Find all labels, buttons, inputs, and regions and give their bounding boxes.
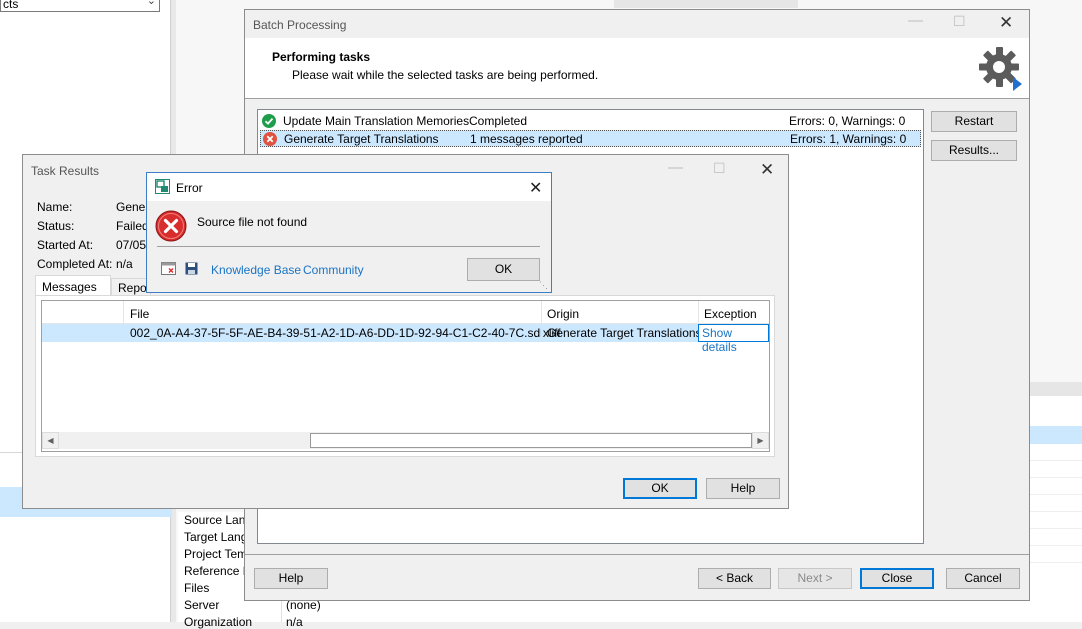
property-label: Server (184, 598, 220, 612)
background-table (1030, 382, 1082, 622)
task-name: Update Main Translation Memories (283, 114, 470, 128)
error-ok-button[interactable]: OK (467, 258, 540, 281)
scroll-thumb[interactable] (310, 433, 752, 448)
messages-grid[interactable]: File Origin Exception 002_0A-A4-37-5F-5F… (41, 300, 770, 452)
field-value: n/a (116, 257, 133, 271)
column-divider (541, 324, 542, 342)
horizontal-scrollbar[interactable]: ◀ ▶ (42, 432, 769, 449)
resize-grip-icon[interactable]: ⋱ (539, 280, 548, 291)
row-header-divider (123, 301, 124, 323)
cell-file: 002_0A-A4-37-5F-5F-AE-B4-39-51-A2-1D-A6-… (130, 326, 561, 340)
column-header-exception[interactable]: Exception (704, 307, 757, 321)
column-divider (698, 301, 699, 323)
close-icon[interactable]: ✕ (529, 178, 542, 198)
task-status: Completed (469, 114, 528, 128)
close-icon[interactable]: ✕ (760, 160, 774, 180)
success-check-icon (262, 114, 276, 128)
error-dialog-body: Source file not found Knowledge Base Com… (147, 201, 551, 292)
error-dialog: Error ✕ Source file not found Knowledge … (146, 172, 552, 293)
organization-value: n/a (286, 615, 303, 629)
field-label: Name: (37, 200, 73, 214)
scroll-right-arrow[interactable]: ▶ (752, 432, 769, 449)
field-value: 07/05 (116, 238, 147, 252)
error-x-icon (263, 132, 277, 146)
show-details-text: Show details (702, 326, 737, 354)
save-icon[interactable] (185, 262, 198, 275)
task-row-selected[interactable]: Generate Target Translations 1 messages … (260, 130, 921, 147)
header-title: Performing tasks (272, 50, 371, 64)
property-label: Reference P (184, 564, 251, 578)
cancel-button[interactable]: Cancel (946, 568, 1020, 589)
app-icon (155, 179, 170, 194)
property-label: Project Tem (184, 547, 248, 561)
field-value: Failed (116, 219, 149, 233)
message-row[interactable]: 002_0A-A4-37-5F-5F-AE-B4-39-51-A2-1D-A6-… (42, 324, 769, 354)
property-label: Files (184, 581, 210, 595)
tab-messages[interactable]: Messages (1) (35, 275, 111, 308)
window-title: Batch Processing (253, 18, 347, 32)
community-link[interactable]: Community (303, 263, 364, 277)
help-button[interactable]: Help (706, 478, 780, 499)
error-dialog-titlebar: Error ✕ (147, 173, 551, 201)
background-right-header (614, 0, 798, 8)
grid-header: File Origin Exception (42, 301, 769, 324)
cell-origin: Generate Target Translations (547, 326, 702, 340)
scroll-left-arrow[interactable]: ◀ (42, 432, 59, 449)
task-result: Errors: 0, Warnings: 0 (789, 114, 906, 128)
tab-report[interactable]: Repor (111, 278, 151, 296)
maximize-icon[interactable]: ☐ (713, 160, 726, 177)
footer-divider (245, 554, 1029, 555)
next-button[interactable]: Next > (778, 568, 852, 589)
window-title: Task Results (31, 164, 100, 178)
minimize-icon[interactable]: — (668, 159, 683, 176)
task-row[interactable]: Update Main Translation Memories Complet… (260, 112, 921, 130)
chevron-down-icon: ⌄ (146, 0, 156, 7)
show-details-link[interactable]: Show details (698, 324, 769, 354)
task-name: Generate Target Translations (284, 132, 439, 146)
property-label: Organization (184, 615, 253, 629)
dropdown-text: cts (3, 0, 19, 11)
column-divider (123, 324, 124, 342)
error-divider (157, 246, 540, 247)
gear-icon (979, 47, 1022, 91)
field-value: Gener (116, 200, 150, 214)
property-label: Source Lang (184, 513, 253, 527)
property-label: Target Lang (184, 530, 248, 544)
task-status: 1 messages reported (470, 132, 583, 146)
error-icon (155, 210, 187, 242)
back-button[interactable]: < Back (698, 568, 771, 589)
details-icon[interactable] (161, 262, 176, 275)
wizard-header: Performing tasks Please wait while the s… (245, 38, 1029, 99)
field-label: Completed At: (37, 257, 113, 271)
close-button[interactable]: Close (860, 568, 934, 589)
close-icon[interactable]: ✕ (999, 13, 1013, 33)
results-button[interactable]: Results... (931, 140, 1017, 161)
help-button[interactable]: Help (254, 568, 328, 589)
maximize-icon[interactable]: ☐ (953, 13, 966, 30)
field-label: Status: (37, 219, 75, 233)
background-dropdown[interactable]: cts ⌄ (0, 0, 160, 12)
column-header-file[interactable]: File (130, 307, 149, 321)
knowledge-base-link[interactable]: Knowledge Base (211, 263, 301, 277)
ok-button[interactable]: OK (623, 478, 697, 499)
field-label: Started At: (37, 238, 94, 252)
error-dialog-title: Error (176, 181, 203, 195)
header-subtitle: Please wait while the selected tasks are… (292, 68, 599, 82)
column-divider (541, 301, 542, 323)
restart-button[interactable]: Restart (931, 111, 1017, 132)
column-header-origin[interactable]: Origin (547, 307, 579, 321)
task-result: Errors: 1, Warnings: 0 (790, 132, 907, 146)
error-message: Source file not found (197, 215, 308, 229)
minimize-icon[interactable]: — (908, 12, 923, 29)
